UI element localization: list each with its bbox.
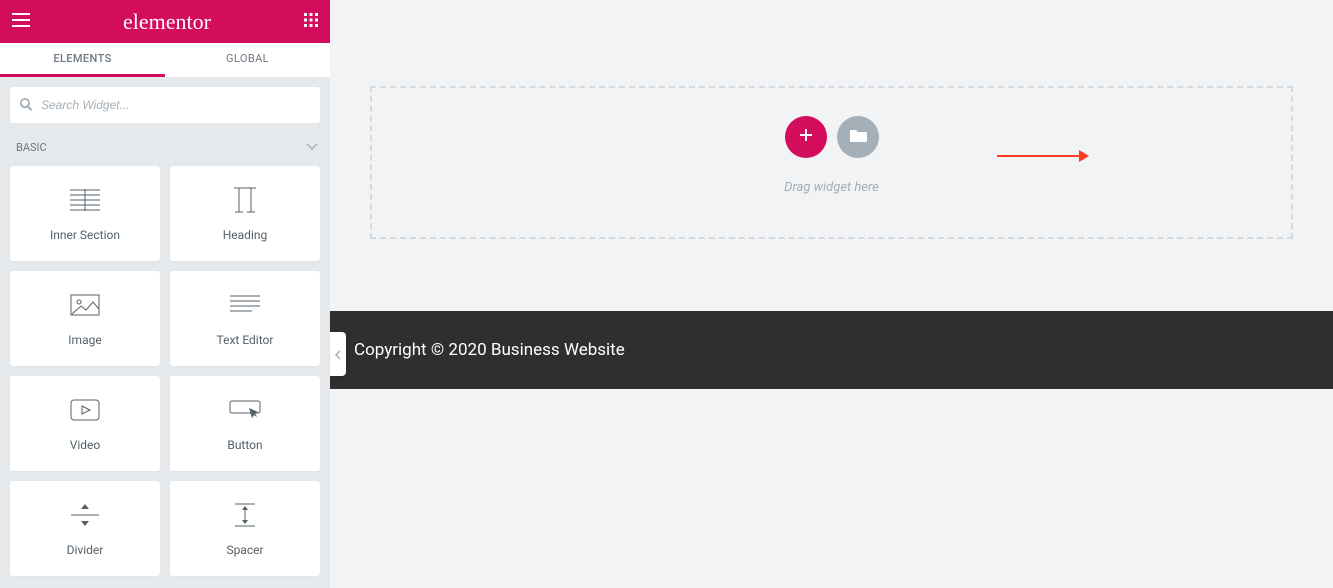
category-basic[interactable]: BASIC <box>0 133 330 166</box>
widget-divider[interactable]: Divider <box>10 481 160 576</box>
add-section-button[interactable] <box>785 116 827 158</box>
widget-label: Inner Section <box>50 228 120 242</box>
text-editor-icon <box>230 291 260 319</box>
collapse-sidebar-handle[interactable] <box>330 332 346 376</box>
drop-buttons <box>785 116 879 158</box>
page-footer: Copyright © 2020 Business Website <box>330 311 1333 389</box>
widget-label: Heading <box>223 228 268 242</box>
plus-icon <box>798 127 814 147</box>
widget-label: Divider <box>67 543 104 557</box>
video-icon <box>70 396 100 424</box>
search-box[interactable] <box>10 87 320 123</box>
search-wrap <box>0 77 330 133</box>
search-icon <box>20 96 33 115</box>
template-button[interactable] <box>837 116 879 158</box>
divider-icon <box>71 501 99 529</box>
drop-zone[interactable]: Drag widget here <box>370 86 1293 239</box>
inner-section-icon <box>70 186 100 214</box>
heading-icon <box>230 186 260 214</box>
widget-heading[interactable]: Heading <box>170 166 320 261</box>
tab-global[interactable]: GLOBAL <box>165 43 330 77</box>
category-label: BASIC <box>16 141 47 154</box>
sidebar-header: elementor <box>0 0 330 43</box>
drop-label: Drag widget here <box>784 180 879 195</box>
spacer-icon <box>231 501 259 529</box>
widget-spacer[interactable]: Spacer <box>170 481 320 576</box>
footer-text: Copyright © 2020 Business Website <box>354 340 625 360</box>
widget-label: Spacer <box>226 543 263 557</box>
apps-grid-icon[interactable] <box>304 12 318 31</box>
widget-image[interactable]: Image <box>10 271 160 366</box>
menu-icon[interactable] <box>12 12 30 31</box>
search-input[interactable] <box>41 98 310 112</box>
widget-label: Image <box>68 333 101 347</box>
widget-label: Text Editor <box>217 333 274 347</box>
button-icon <box>229 396 261 424</box>
widget-video[interactable]: Video <box>10 376 160 471</box>
widget-label: Video <box>70 438 101 452</box>
widget-text-editor[interactable]: Text Editor <box>170 271 320 366</box>
brand-logo: elementor <box>123 9 211 35</box>
widget-label: Button <box>227 438 262 452</box>
sidebar-tabs: ELEMENTS GLOBAL <box>0 43 330 77</box>
chevron-left-icon <box>335 345 341 364</box>
editor-canvas: Drag widget here Copyright © 2020 Busine… <box>330 0 1333 588</box>
widget-button[interactable]: Button <box>170 376 320 471</box>
widgets-grid: Inner Section Heading Image <box>0 166 330 586</box>
image-icon <box>70 291 100 319</box>
editor-sidebar: elementor ELEMENTS GLOBAL BASIC <box>0 0 330 588</box>
folder-icon <box>849 128 867 147</box>
chevron-down-icon <box>306 141 318 154</box>
widget-inner-section[interactable]: Inner Section <box>10 166 160 261</box>
tab-elements[interactable]: ELEMENTS <box>0 43 165 77</box>
